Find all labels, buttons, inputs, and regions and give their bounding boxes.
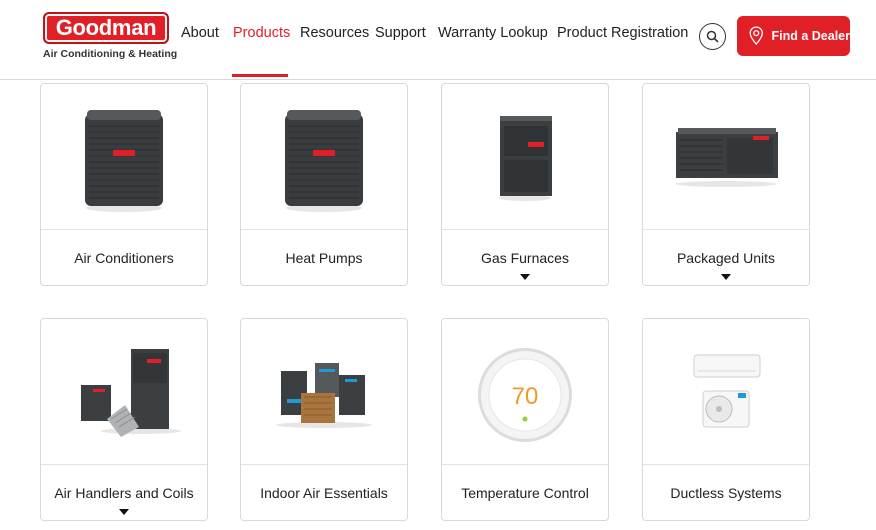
product-card-ductless-systems[interactable]: Ductless Systems bbox=[642, 318, 810, 521]
logo-badge: Goodman bbox=[43, 12, 169, 44]
dropdown-caret-icon[interactable] bbox=[721, 274, 731, 280]
product-card-temperature-control[interactable]: 70 Temperature Control bbox=[441, 318, 609, 521]
product-image bbox=[442, 84, 608, 230]
product-label: Temperature Control bbox=[461, 485, 589, 501]
goodman-logo[interactable]: Goodman Air Conditioning & Heating bbox=[43, 12, 178, 62]
product-image bbox=[241, 319, 407, 465]
condenser-unit-icon bbox=[285, 110, 363, 212]
nav-resources[interactable]: Resources bbox=[300, 25, 369, 41]
thermostat-icon: 70 bbox=[478, 348, 572, 442]
product-card-heat-pumps[interactable]: Heat Pumps bbox=[240, 83, 408, 286]
map-pin-icon bbox=[749, 26, 763, 45]
find-dealer-button[interactable]: Find a Dealer bbox=[737, 16, 850, 56]
condenser-unit-icon bbox=[85, 110, 163, 212]
mini-split-icon bbox=[693, 354, 761, 428]
logo-text: Goodman bbox=[55, 15, 157, 40]
product-label: Heat Pumps bbox=[285, 250, 363, 266]
air-quality-products-icon bbox=[276, 363, 372, 428]
site-header: Goodman Air Conditioning & Heating About… bbox=[0, 0, 876, 80]
product-label: Packaged Units bbox=[676, 250, 776, 266]
active-nav-indicator bbox=[232, 74, 288, 77]
product-label: Air Handlers and Coils bbox=[54, 485, 194, 501]
product-label: Air Conditioners bbox=[74, 250, 174, 266]
nav-warranty-lookup[interactable]: Warranty Lookup bbox=[438, 25, 548, 41]
packaged-unit-icon bbox=[676, 128, 778, 187]
dropdown-caret-icon[interactable] bbox=[520, 274, 530, 280]
product-card-gas-furnaces[interactable]: Gas Furnaces bbox=[441, 83, 609, 286]
search-icon bbox=[706, 30, 719, 43]
product-card-indoor-air-essentials[interactable]: Indoor Air Essentials bbox=[240, 318, 408, 521]
product-image bbox=[643, 319, 809, 465]
product-label: Ductless Systems bbox=[670, 485, 782, 501]
air-handler-icon bbox=[81, 349, 181, 437]
search-button[interactable] bbox=[699, 23, 726, 50]
nav-products[interactable]: Products bbox=[233, 25, 290, 41]
product-card-packaged-units[interactable]: Packaged Units bbox=[642, 83, 810, 286]
product-image bbox=[41, 319, 207, 465]
nav-product-registration[interactable]: Product Registration bbox=[557, 25, 688, 41]
product-image bbox=[241, 84, 407, 230]
product-label: Gas Furnaces bbox=[481, 250, 569, 266]
product-card-air-conditioners[interactable]: Air Conditioners bbox=[40, 83, 208, 286]
nav-support[interactable]: Support bbox=[375, 25, 426, 41]
product-image bbox=[41, 84, 207, 230]
dropdown-caret-icon[interactable] bbox=[119, 509, 129, 515]
thermostat-reading: 70 bbox=[512, 383, 539, 410]
nav-about[interactable]: About bbox=[181, 25, 219, 41]
product-label: Indoor Air Essentials bbox=[260, 485, 388, 501]
product-image bbox=[643, 84, 809, 230]
furnace-icon bbox=[499, 116, 552, 201]
product-card-air-handlers-and-coils[interactable]: Air Handlers and Coils bbox=[40, 318, 208, 521]
product-image: 70 bbox=[442, 319, 608, 465]
logo-tagline: Air Conditioning & Heating bbox=[43, 48, 178, 60]
find-dealer-label: Find a Dealer bbox=[771, 29, 851, 43]
